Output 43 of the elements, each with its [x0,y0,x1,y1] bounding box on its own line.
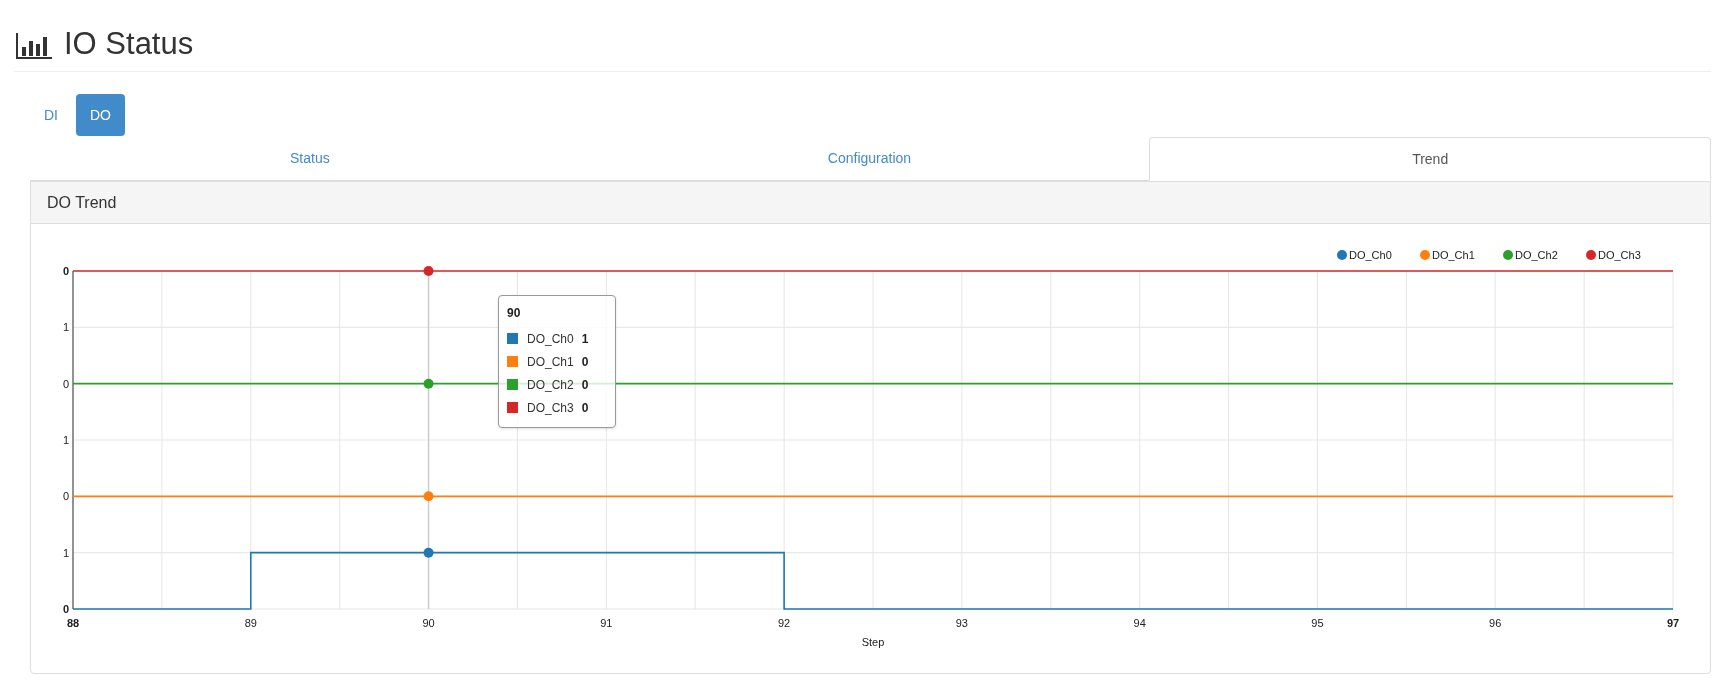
x-tick-label: 97 [1666,617,1680,629]
y-tick-label: 0 [62,603,69,615]
view-tab[interactable]: Configuration [589,137,1150,180]
series-value: 0 [581,399,589,417]
series-name: DO_Ch3 [527,399,574,417]
series-value: 1 [581,330,589,348]
x-tick-label: 96 [1489,617,1502,629]
legend-item[interactable]: DO_Ch1 [1420,249,1475,261]
y-tick-label: 0 [62,377,69,390]
series-name: DO_Ch0 [527,330,574,348]
x-tick-label: 89 [244,617,257,629]
x-tick-label: 88 [66,617,80,629]
y-tick-label: 1 [62,321,69,334]
legend-item[interactable]: DO_Ch2 [1503,249,1558,261]
series-name: DO_Ch1 [527,353,574,371]
x-tick-label: 92 [778,617,791,629]
x-tick-label: 94 [1133,617,1146,629]
io-tab[interactable]: DO [76,94,125,136]
series-name: DO_Ch2 [527,376,574,394]
io-tab[interactable]: DI [30,94,72,136]
tooltip-title: 90 [507,305,522,322]
y-tick-label: 0 [62,265,69,277]
series-value: 0 [581,353,589,371]
y-tick-label: 1 [62,434,69,446]
hover-point [423,378,434,389]
hover-point [423,491,434,502]
hover-point [423,266,434,276]
view-tab[interactable]: Status [30,137,590,180]
x-axis-title: Step [861,636,885,648]
legend-item[interactable]: DO_Ch0 [1337,249,1392,261]
panel-title: DO Trend [47,192,117,213]
x-tick-label: 90 [422,617,435,629]
hover-point [423,547,434,558]
view-tab[interactable]: Trend [1149,137,1711,181]
page-title: IO Status [64,28,194,59]
legend-item[interactable]: DO_Ch3 [1586,249,1641,261]
y-tick-label: 0 [62,490,69,503]
bar-chart-icon [16,33,52,59]
x-tick-label: 91 [600,617,613,629]
x-tick-label: 93 [955,617,968,629]
x-tick-label: 95 [1311,617,1324,629]
y-tick-label: 1 [62,546,69,559]
series-value: 0 [581,376,589,394]
